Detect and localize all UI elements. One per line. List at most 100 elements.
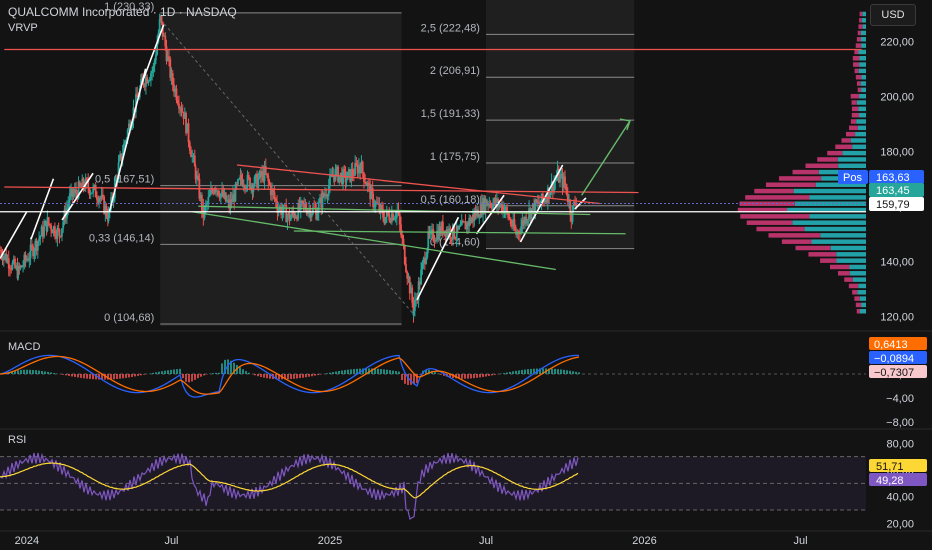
volume-bar-down — [851, 112, 860, 118]
price-axis-tick: 120,00 — [880, 311, 914, 323]
macd-hist-bar — [308, 374, 310, 377]
rsi-value: 51,71 — [876, 461, 904, 473]
price-label: 159,79 — [876, 199, 910, 211]
macd-hist-bar — [557, 369, 559, 374]
macd-hist-bar — [179, 368, 181, 374]
macd-hist-bar — [506, 372, 508, 374]
volume-bar-up — [859, 62, 866, 67]
candle-body — [29, 244, 32, 259]
macd-hist-bar — [404, 374, 406, 384]
candle-body — [394, 217, 397, 219]
macd-hist-bar — [350, 369, 352, 374]
macd-hist-bar — [176, 369, 178, 374]
macd-axis-tick: −8,00 — [886, 417, 914, 429]
price-label: 163,63 — [876, 172, 910, 184]
candle-body — [148, 79, 151, 81]
currency-button[interactable]: USD — [870, 4, 916, 26]
macd-hist-bar — [296, 374, 298, 379]
volume-bar-up — [820, 233, 866, 238]
candle-body — [402, 238, 405, 246]
candle-body — [508, 218, 511, 220]
macd-hist-bar — [68, 374, 70, 376]
fib-level-label: 0 (104,68) — [104, 312, 154, 324]
candle-body — [549, 192, 552, 198]
volume-bar-up — [861, 87, 866, 93]
volume-bar-up — [860, 81, 866, 86]
price-axis-tick: 140,00 — [880, 256, 914, 268]
candle-body — [207, 196, 210, 204]
candle-body — [310, 213, 313, 218]
candle-body — [346, 171, 349, 180]
macd-hist-bar — [125, 374, 127, 378]
candle-body — [253, 176, 256, 187]
volume-bar-up — [861, 18, 866, 23]
candle-body — [363, 172, 365, 182]
macd-hist-bar — [248, 372, 250, 374]
price-chart[interactable]: 1 (230,33)0,5 (167,51)0,33 (146,14)0 (10… — [0, 0, 932, 550]
macd-hist-bar — [353, 369, 355, 374]
indicator-label-vrvp[interactable]: VRVP — [8, 22, 38, 34]
candle-body — [400, 224, 402, 235]
time-axis-tick: Jul — [793, 535, 807, 547]
candle-body — [50, 225, 53, 231]
macd-hist-bar — [164, 370, 166, 374]
candle-body — [28, 258, 31, 261]
macd-value: 0,6413 — [874, 339, 908, 351]
candle-body — [208, 194, 211, 197]
macd-hist-bar — [257, 374, 259, 377]
macd-hist-bar — [185, 374, 187, 382]
candle-body — [327, 185, 330, 196]
candle-body — [401, 234, 404, 239]
candle-body — [241, 179, 244, 186]
volume-bar-down — [851, 106, 859, 112]
candle-body — [101, 194, 104, 197]
volume-bar-down — [835, 144, 853, 150]
time-axis-tick: 2024 — [15, 535, 39, 547]
macd-hist-bar — [572, 371, 574, 374]
volume-bar-down — [844, 277, 853, 282]
time-axis-tick: Jul — [479, 535, 493, 547]
volume-bar-up — [856, 100, 866, 105]
volume-bar-down — [740, 214, 810, 219]
candle-body — [268, 181, 271, 185]
macd-axis-tick: −4,00 — [886, 393, 914, 405]
candle-body — [373, 206, 376, 208]
candle-body — [176, 100, 179, 104]
candle-body — [153, 60, 156, 66]
volume-bar-down — [820, 258, 837, 263]
macd-hist-bar — [524, 369, 526, 374]
candle-body — [413, 300, 416, 312]
macd-hist-bar — [389, 370, 391, 374]
macd-hist-bar — [338, 371, 340, 374]
volume-bar-down — [852, 56, 860, 61]
volume-bar-up — [811, 239, 866, 244]
volume-bar-up — [859, 56, 866, 61]
volume-bar-down — [754, 188, 794, 194]
fib-level-label: 1 (175,75) — [430, 151, 480, 163]
volume-bar-down — [795, 245, 831, 251]
candle-body — [168, 56, 170, 59]
volume-bar-down — [853, 62, 860, 67]
macd-hist-bar — [467, 374, 469, 379]
candle-body — [62, 221, 65, 229]
candle-body — [326, 195, 329, 197]
volume-bar-up — [792, 220, 866, 225]
macd-hist-bar — [317, 374, 319, 376]
macd-hist-bar — [527, 369, 529, 374]
chart-window: 1 (230,33) 0,5 (167,51) 0,33 (146,14) 0 (10… — [0, 0, 932, 550]
volume-bar-down — [827, 150, 843, 156]
macd-hist-bar — [122, 374, 124, 379]
symbol-title[interactable]: QUALCOMM Incorporated · 1D · NASDAQ — [8, 5, 237, 19]
macd-hist-bar — [254, 374, 256, 376]
candle-body — [118, 158, 120, 163]
volume-bar-down — [756, 226, 805, 232]
macd-hist-bar — [152, 372, 154, 374]
macd-hist-bar — [71, 374, 73, 377]
candle-body — [38, 238, 40, 242]
macd-hist-bar — [509, 371, 511, 374]
candle-body — [188, 142, 191, 151]
candle-body — [238, 178, 241, 180]
macd-hist-bar — [17, 370, 19, 374]
macd-hist-bar — [503, 373, 505, 374]
volume-bar-up — [837, 157, 866, 162]
